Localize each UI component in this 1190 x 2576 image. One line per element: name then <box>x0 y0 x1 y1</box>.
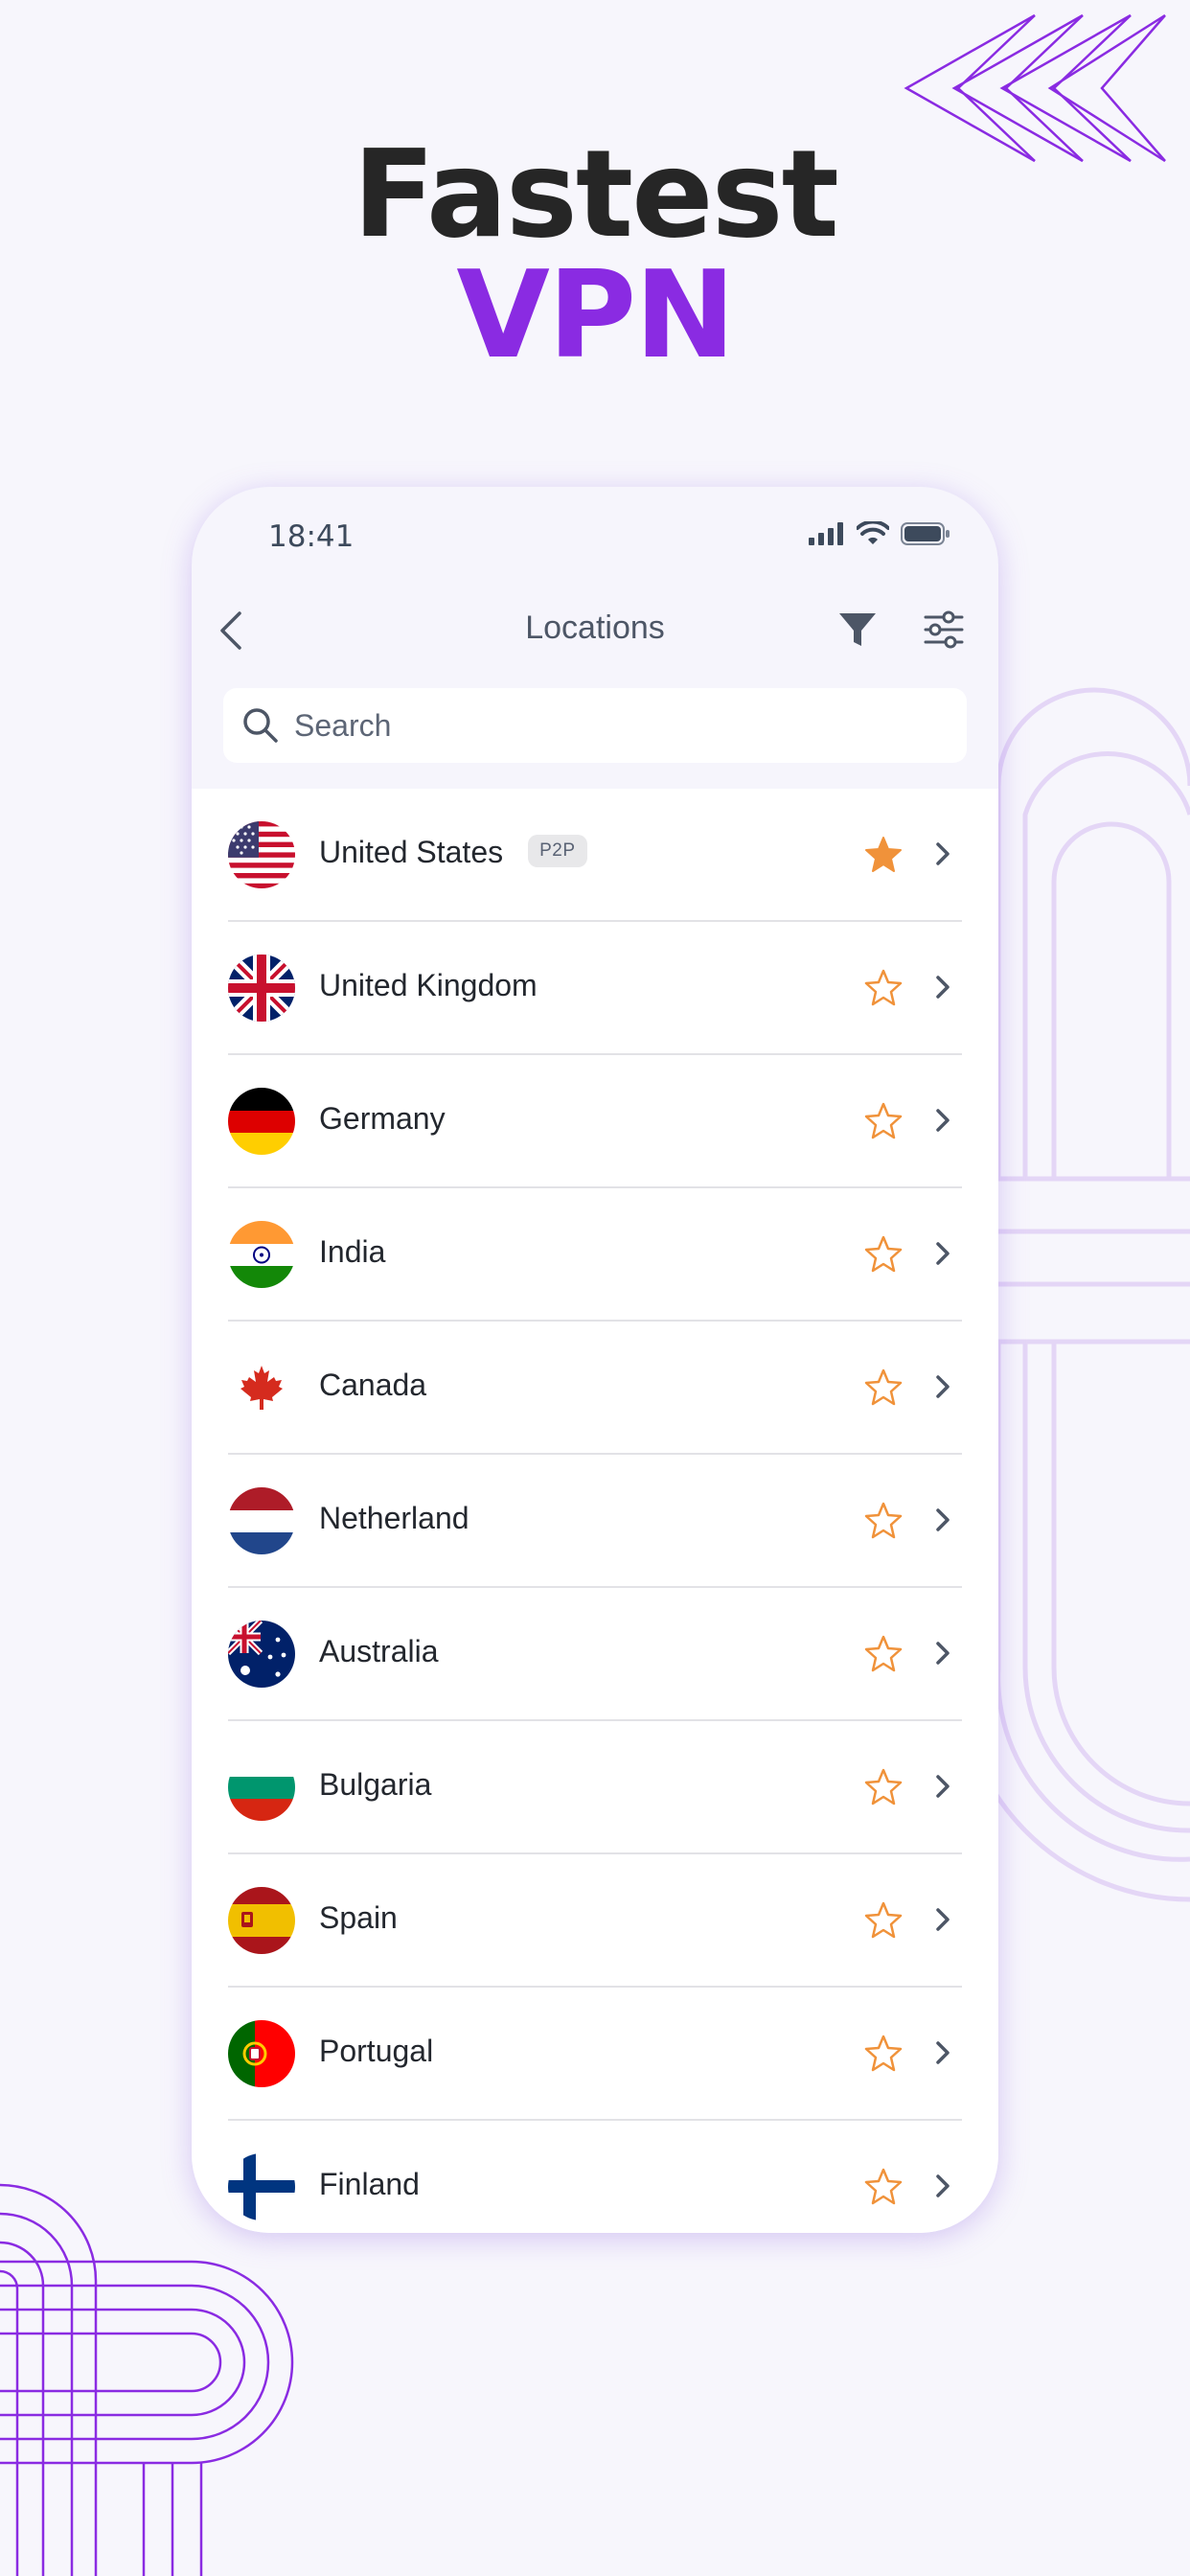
location-name: Finland <box>319 2167 420 2201</box>
chevron-right-icon <box>936 842 950 865</box>
sliders-icon <box>924 610 964 649</box>
uk-flag-icon <box>228 954 295 1022</box>
chevron-right-icon <box>936 1642 950 1665</box>
location-row-canada[interactable]: Canada <box>228 1322 962 1455</box>
location-name: Portugal <box>319 2034 434 2068</box>
location-name: Canada <box>319 1368 427 1402</box>
location-name: Germany <box>319 1101 446 1136</box>
in-flag-icon <box>228 1221 295 1288</box>
battery-icon <box>901 522 950 545</box>
chevron-right-icon <box>936 1375 950 1398</box>
location-name: Netherland <box>319 1501 469 1535</box>
filter-icon <box>839 613 876 646</box>
au-flag-icon <box>228 1621 295 1688</box>
nav-bar: Locations <box>192 583 998 673</box>
star-outline-icon[interactable] <box>864 1368 903 1406</box>
location-name: Spain <box>319 1900 398 1935</box>
chevron-right-icon <box>936 2041 950 2064</box>
star-filled-icon[interactable] <box>864 835 903 873</box>
chevron-right-icon <box>936 2174 950 2197</box>
star-outline-icon[interactable] <box>864 1767 903 1806</box>
location-name: United Kingdom <box>319 968 538 1002</box>
location-row-united-states[interactable]: United States P2P <box>228 789 962 922</box>
signal-icon <box>809 522 843 545</box>
location-name-text: United States <box>319 835 504 869</box>
headline: Fastest VPN <box>0 134 1190 376</box>
wifi-icon <box>857 521 889 544</box>
p2p-badge: P2P <box>528 834 587 867</box>
location-name: India <box>319 1234 386 1269</box>
star-outline-icon[interactable] <box>864 1900 903 1939</box>
fi-flag-icon <box>228 2153 295 2220</box>
star-outline-icon[interactable] <box>864 968 903 1006</box>
location-row-australia[interactable]: Australia <box>228 1588 962 1721</box>
location-name: Australia <box>319 1634 439 1668</box>
pt-flag-icon <box>228 2020 295 2087</box>
phone-mockup: 18:41 Locations Search United States P2P… <box>192 487 998 2233</box>
es-flag-icon <box>228 1887 295 1954</box>
star-outline-icon[interactable] <box>864 2034 903 2072</box>
chevron-right-icon <box>936 976 950 999</box>
star-outline-icon[interactable] <box>864 1634 903 1672</box>
location-row-spain[interactable]: Spain <box>228 1854 962 1988</box>
star-outline-icon[interactable] <box>864 1101 903 1139</box>
sliders-button[interactable] <box>918 604 970 656</box>
status-time: 18:41 <box>268 519 355 554</box>
headline-line-1: Fastest <box>353 124 839 264</box>
nl-flag-icon <box>228 1487 295 1554</box>
ca-flag-icon <box>228 1354 295 1421</box>
location-row-netherland[interactable]: Netherland <box>228 1455 962 1588</box>
locations-list: United States P2P United Kingdom Germany… <box>192 789 998 2233</box>
search-input[interactable] <box>292 706 909 745</box>
chevron-right-icon <box>936 1109 950 1132</box>
location-row-germany[interactable]: Germany <box>228 1055 962 1188</box>
chevron-right-icon <box>936 1508 950 1531</box>
filter-button[interactable] <box>832 604 883 656</box>
status-icons <box>809 521 950 546</box>
star-outline-icon[interactable] <box>864 1501 903 1539</box>
location-name: United States P2P <box>319 834 587 871</box>
star-outline-icon[interactable] <box>864 2167 903 2205</box>
headline-line-2: VPN <box>456 244 735 385</box>
location-row-india[interactable]: India <box>228 1188 962 1322</box>
search-icon <box>243 708 278 743</box>
us-flag-icon <box>228 821 295 888</box>
location-name: Bulgaria <box>319 1767 432 1802</box>
star-outline-icon[interactable] <box>864 1234 903 1273</box>
location-row-finland[interactable]: Finland <box>228 2121 962 2233</box>
bg-flag-icon <box>228 1754 295 1821</box>
decorative-arches-bottom-left <box>0 2183 294 2576</box>
chevron-right-icon <box>936 1242 950 1265</box>
location-row-bulgaria[interactable]: Bulgaria <box>228 1721 962 1854</box>
search-bar <box>223 688 967 763</box>
location-row-portugal[interactable]: Portugal <box>228 1988 962 2121</box>
de-flag-icon <box>228 1088 295 1155</box>
location-row-united-kingdom[interactable]: United Kingdom <box>228 922 962 1055</box>
chevron-right-icon <box>936 1775 950 1798</box>
chevron-right-icon <box>936 1908 950 1931</box>
